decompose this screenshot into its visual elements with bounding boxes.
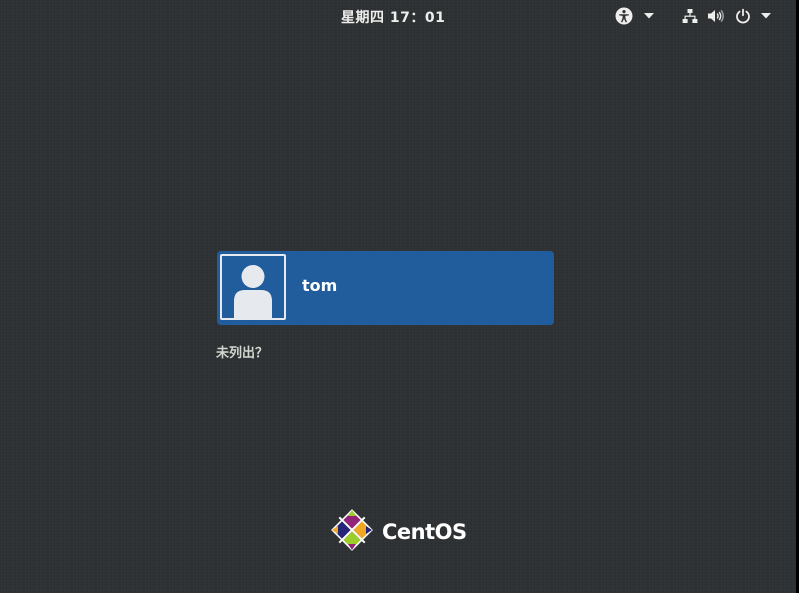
- logo-text: CentOS: [382, 520, 467, 544]
- chevron-down-icon: [761, 13, 771, 19]
- user-list-item-tom[interactable]: tom: [217, 251, 554, 325]
- clock[interactable]: 星期四 17：01: [341, 7, 445, 27]
- not-listed-button[interactable]: 未列出？: [216, 342, 268, 361]
- centos-logo: CentOS: [330, 509, 470, 555]
- volume-icon: [707, 8, 725, 24]
- network-wired-icon: [682, 8, 698, 24]
- accessibility-icon: [614, 6, 634, 26]
- accessibility-menu[interactable]: [614, 0, 658, 32]
- top-bar: 星期四 17：01: [0, 0, 796, 32]
- power-icon: [735, 8, 751, 24]
- centos-logo-icon: [330, 508, 374, 556]
- user-name: tom: [302, 276, 338, 295]
- system-menu[interactable]: [682, 0, 782, 32]
- default-user-avatar-icon: [220, 254, 286, 320]
- chevron-down-icon: [644, 13, 654, 19]
